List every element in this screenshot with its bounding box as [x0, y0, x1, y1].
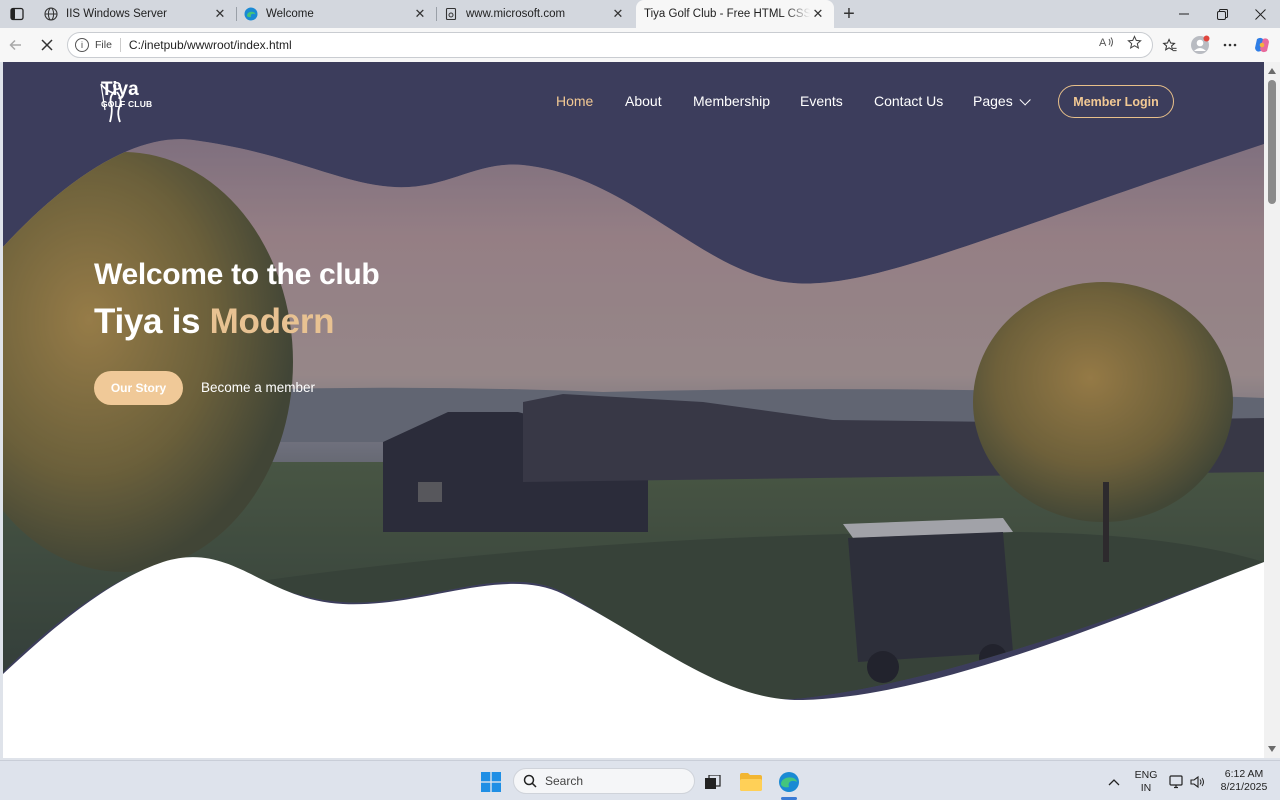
svg-text:A: A [1099, 37, 1107, 49]
restore-icon[interactable] [1203, 0, 1241, 28]
task-view-icon[interactable] [698, 767, 728, 797]
scroll-thumb[interactable] [1268, 80, 1276, 204]
close-tab-icon[interactable]: ✕ [810, 6, 826, 22]
favorite-star-icon[interactable] [1125, 33, 1143, 51]
tab-tiya-active[interactable]: Tiya Golf Club - Free HTML CSS Te ✕ [636, 0, 834, 28]
nav-contact-us[interactable]: Contact Us [874, 93, 943, 109]
new-tab-icon[interactable]: + [838, 3, 860, 25]
nav-pages-label: Pages [973, 93, 1013, 109]
nav-about[interactable]: About [625, 93, 662, 109]
hero-background [3, 62, 1264, 758]
windows-start-icon[interactable] [476, 767, 506, 797]
language-code: ENG [1134, 769, 1158, 781]
clock-date: 8/21/2025 [1220, 781, 1268, 793]
tab-strip: IIS Windows Server ✕ Welcome ✕ www.micro… [0, 0, 1280, 28]
hero-copy: Welcome to the club Tiya is Modern [94, 258, 380, 342]
chevron-down-icon [1019, 94, 1031, 106]
taskbar: Search ENG IN 6:12 AM 8/21/2025 [0, 760, 1280, 800]
nav-events[interactable]: Events [800, 93, 843, 109]
page-icon [444, 7, 458, 21]
language-region: IN [1140, 782, 1152, 794]
file-scheme-label: File [95, 39, 112, 51]
tab-title: Welcome [266, 8, 314, 20]
search-placeholder: Search [545, 774, 584, 788]
hero-subheading-accent: Modern [209, 302, 335, 341]
our-story-button[interactable]: Our Story [94, 371, 183, 405]
site-navbar: Tiya GOLF CLUB Home About Membership Eve… [3, 62, 1264, 140]
taskbar-search[interactable]: Search [513, 768, 695, 794]
stop-loading-icon[interactable] [35, 33, 59, 57]
favorites-icon[interactable] [1158, 33, 1182, 57]
tab-title: Tiya Golf Club - Free HTML CSS Te [644, 8, 810, 20]
nav-membership[interactable]: Membership [693, 93, 770, 109]
volume-icon[interactable] [1184, 767, 1212, 797]
tab-microsoft[interactable]: www.microsoft.com ✕ [436, 0, 634, 28]
page-scrollbar[interactable] [1264, 62, 1280, 758]
input-language-indicator[interactable]: ENG IN [1133, 769, 1159, 795]
golfer-logo-icon [100, 81, 122, 123]
back-icon[interactable] [4, 33, 28, 57]
page-viewport: Tiya GOLF CLUB Home About Membership Eve… [3, 62, 1264, 758]
minimize-icon[interactable] [1165, 0, 1203, 28]
hero-subheading: Tiya is Modern [94, 302, 379, 342]
close-window-icon[interactable] [1241, 0, 1279, 28]
scroll-up-arrow-icon[interactable] [1268, 68, 1276, 74]
tab-welcome[interactable]: Welcome ✕ [236, 0, 437, 28]
browser-toolbar: i File C:/inetpub/wwwroot/index.html A [0, 28, 1280, 62]
nav-home[interactable]: Home [556, 93, 593, 109]
edge-taskbar-icon[interactable] [774, 767, 804, 797]
profile-avatar[interactable] [1188, 33, 1212, 57]
search-icon [523, 774, 537, 788]
hero-subheading-prefix: Tiya is [94, 302, 210, 341]
become-member-link[interactable]: Become a member [201, 380, 315, 395]
hero-heading: Welcome to the club [94, 258, 380, 291]
more-options-icon[interactable] [1218, 33, 1242, 57]
tab-iis[interactable]: IIS Windows Server ✕ [36, 0, 237, 28]
read-aloud-icon[interactable]: A [1098, 33, 1116, 51]
hero-section: Tiya GOLF CLUB Home About Membership Eve… [3, 62, 1264, 758]
show-hidden-icons-chevron-up-icon[interactable] [1099, 767, 1129, 797]
system-clock[interactable]: 6:12 AM 8/21/2025 [1214, 768, 1274, 794]
edge-icon [244, 7, 258, 21]
copilot-icon[interactable] [1250, 33, 1274, 57]
nav-pages-dropdown[interactable]: Pages [973, 93, 1031, 109]
scroll-down-arrow-icon[interactable] [1268, 746, 1276, 752]
site-info-icon[interactable]: i [75, 38, 89, 52]
file-explorer-icon[interactable] [736, 767, 766, 797]
url-text[interactable]: C:/inetpub/wwwroot/index.html [129, 38, 292, 52]
close-tab-icon[interactable]: ✕ [412, 6, 428, 22]
member-login-button[interactable]: Member Login [1058, 85, 1174, 118]
tab-actions-icon[interactable] [6, 4, 28, 24]
clock-time: 6:12 AM [1224, 768, 1264, 780]
address-bar[interactable]: i File C:/inetpub/wwwroot/index.html [67, 32, 1153, 58]
globe-icon [44, 7, 58, 21]
divider [119, 38, 121, 52]
tab-title: www.microsoft.com [466, 8, 566, 20]
close-tab-icon[interactable]: ✕ [610, 6, 626, 22]
tab-title: IIS Windows Server [66, 8, 167, 20]
close-tab-icon[interactable]: ✕ [212, 6, 228, 22]
site-logo[interactable]: Tiya GOLF CLUB [95, 80, 152, 123]
